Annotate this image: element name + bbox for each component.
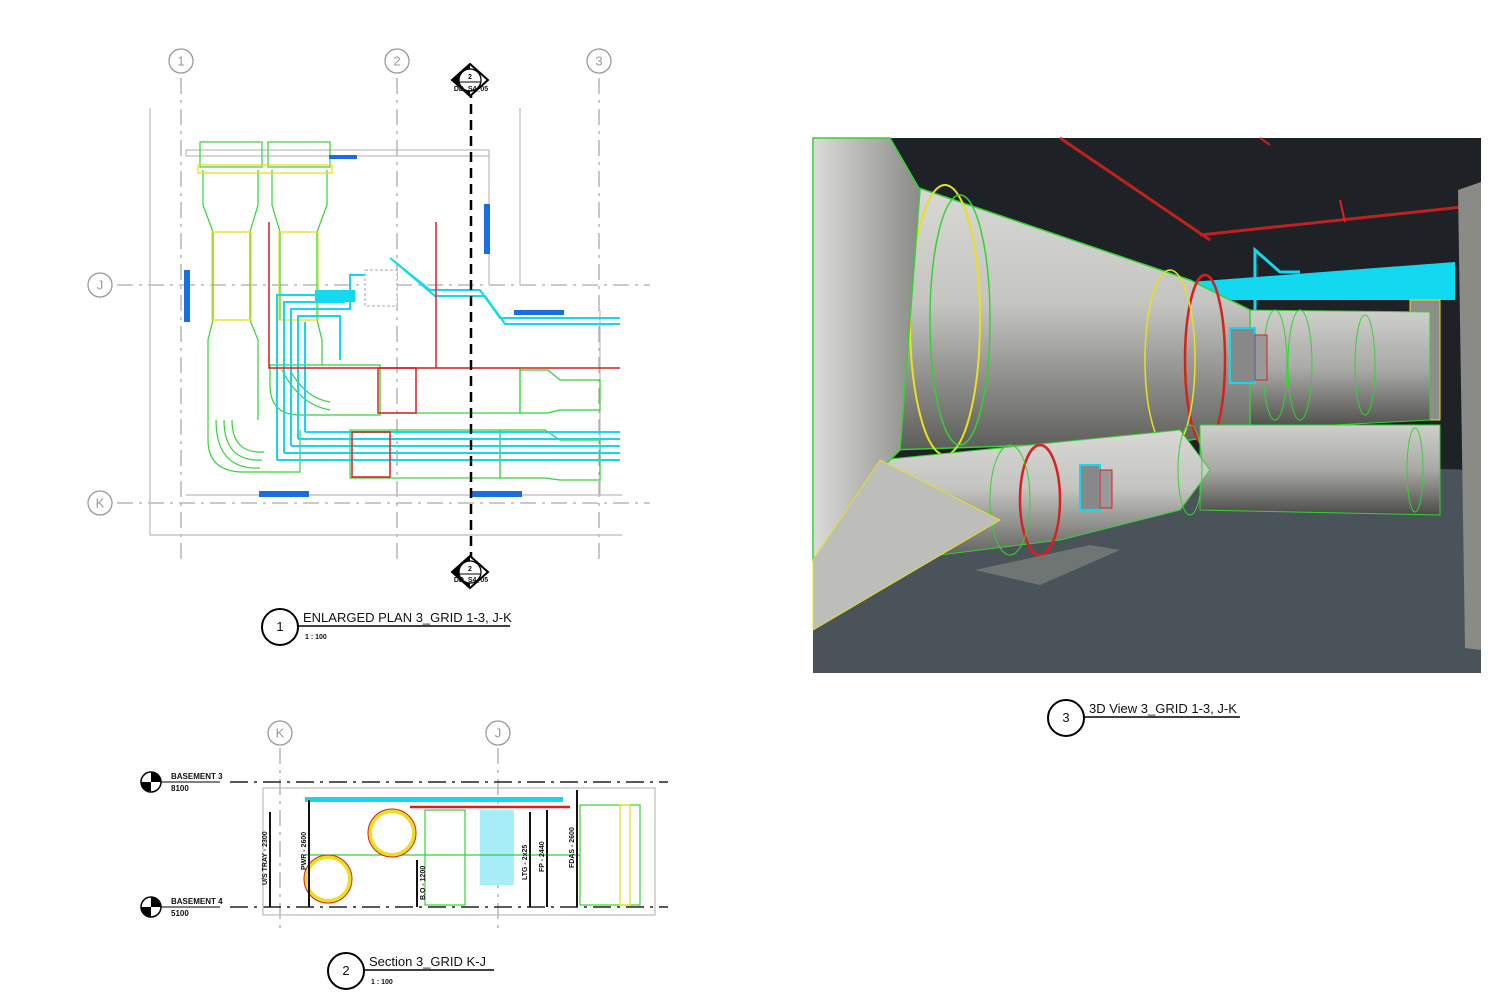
svg-text:Section 3_GRID K-J: Section 3_GRID K-J	[369, 954, 486, 969]
svg-text:ENLARGED PLAN 3_GRID 1-3, J-K: ENLARGED PLAN 3_GRID 1-3, J-K	[303, 610, 512, 625]
svg-text:PWR - 2600: PWR - 2600	[301, 832, 308, 870]
svg-text:2: 2	[468, 74, 472, 81]
svg-text:LTG - 2x25: LTG - 2x25	[522, 845, 529, 880]
svg-text:BASEMENT 3: BASEMENT 3	[171, 772, 223, 781]
svg-text:DD_S4_05: DD_S4_05	[454, 86, 488, 93]
grid-lines	[117, 78, 650, 565]
section-marker-bottom[interactable]: 2 DD_S4_05	[450, 554, 490, 590]
svg-text:3: 3	[1062, 710, 1069, 725]
equipment	[364, 269, 398, 307]
walls	[149, 108, 622, 536]
svg-text:3D View 3_GRID 1-3, J-K: 3D View 3_GRID 1-3, J-K	[1089, 701, 1237, 716]
plan-view-title: 1 ENLARGED PLAN 3_GRID 1-3, J-K 1 : 100	[261, 608, 512, 646]
svg-text:5100: 5100	[171, 909, 189, 918]
svg-text:1 : 100: 1 : 100	[305, 634, 327, 641]
svg-text:J: J	[495, 726, 502, 741]
svg-text:FDAS - 2600: FDAS - 2600	[569, 827, 576, 868]
svg-text:1: 1	[276, 619, 283, 634]
section-view[interactable]: U/S TRAY - 2300 PWR - 2600 B.O - 1200 LT…	[140, 720, 668, 990]
3d-view[interactable]: 3 3D View 3_GRID 1-3, J-K	[812, 136, 1482, 737]
svg-text:1: 1	[177, 54, 184, 69]
svg-text:BASEMENT 4: BASEMENT 4	[171, 897, 223, 906]
svg-text:U/S TRAY - 2300: U/S TRAY - 2300	[262, 831, 269, 885]
section-view-title: 2 Section 3_GRID K-J 1 : 100	[327, 952, 494, 990]
svg-text:B.O - 1200: B.O - 1200	[420, 866, 427, 900]
svg-text:FP - 2440: FP - 2440	[539, 841, 546, 872]
3d-view-title: 3 3D View 3_GRID 1-3, J-K	[1047, 699, 1240, 737]
svg-text:3: 3	[595, 54, 602, 69]
section-marker-top[interactable]: 2 DD_S4_05	[450, 62, 490, 98]
enlarged-plan-view[interactable]: 2 DD_S4_05 2 DD_S4_05 1 2 3 J K 1 ENLARG…	[87, 48, 650, 646]
svg-text:J: J	[97, 278, 104, 293]
svg-text:2: 2	[468, 566, 472, 573]
svg-text:1 : 100: 1 : 100	[371, 979, 393, 986]
svg-text:8100: 8100	[171, 784, 189, 793]
drawing-sheet: 2 DD_S4_05 2 DD_S4_05 1 2 3 J K 1 ENLARG…	[87, 48, 1482, 990]
section-grid-bubbles: K J	[267, 720, 511, 746]
svg-text:K: K	[96, 496, 105, 511]
level-markers: BASEMENT 3 8100 BASEMENT 4 5100	[140, 771, 223, 918]
svg-text:K: K	[276, 726, 285, 741]
svg-text:DD_S4_05: DD_S4_05	[454, 577, 488, 584]
svg-text:2: 2	[342, 963, 349, 978]
svg-text:2: 2	[393, 54, 400, 69]
